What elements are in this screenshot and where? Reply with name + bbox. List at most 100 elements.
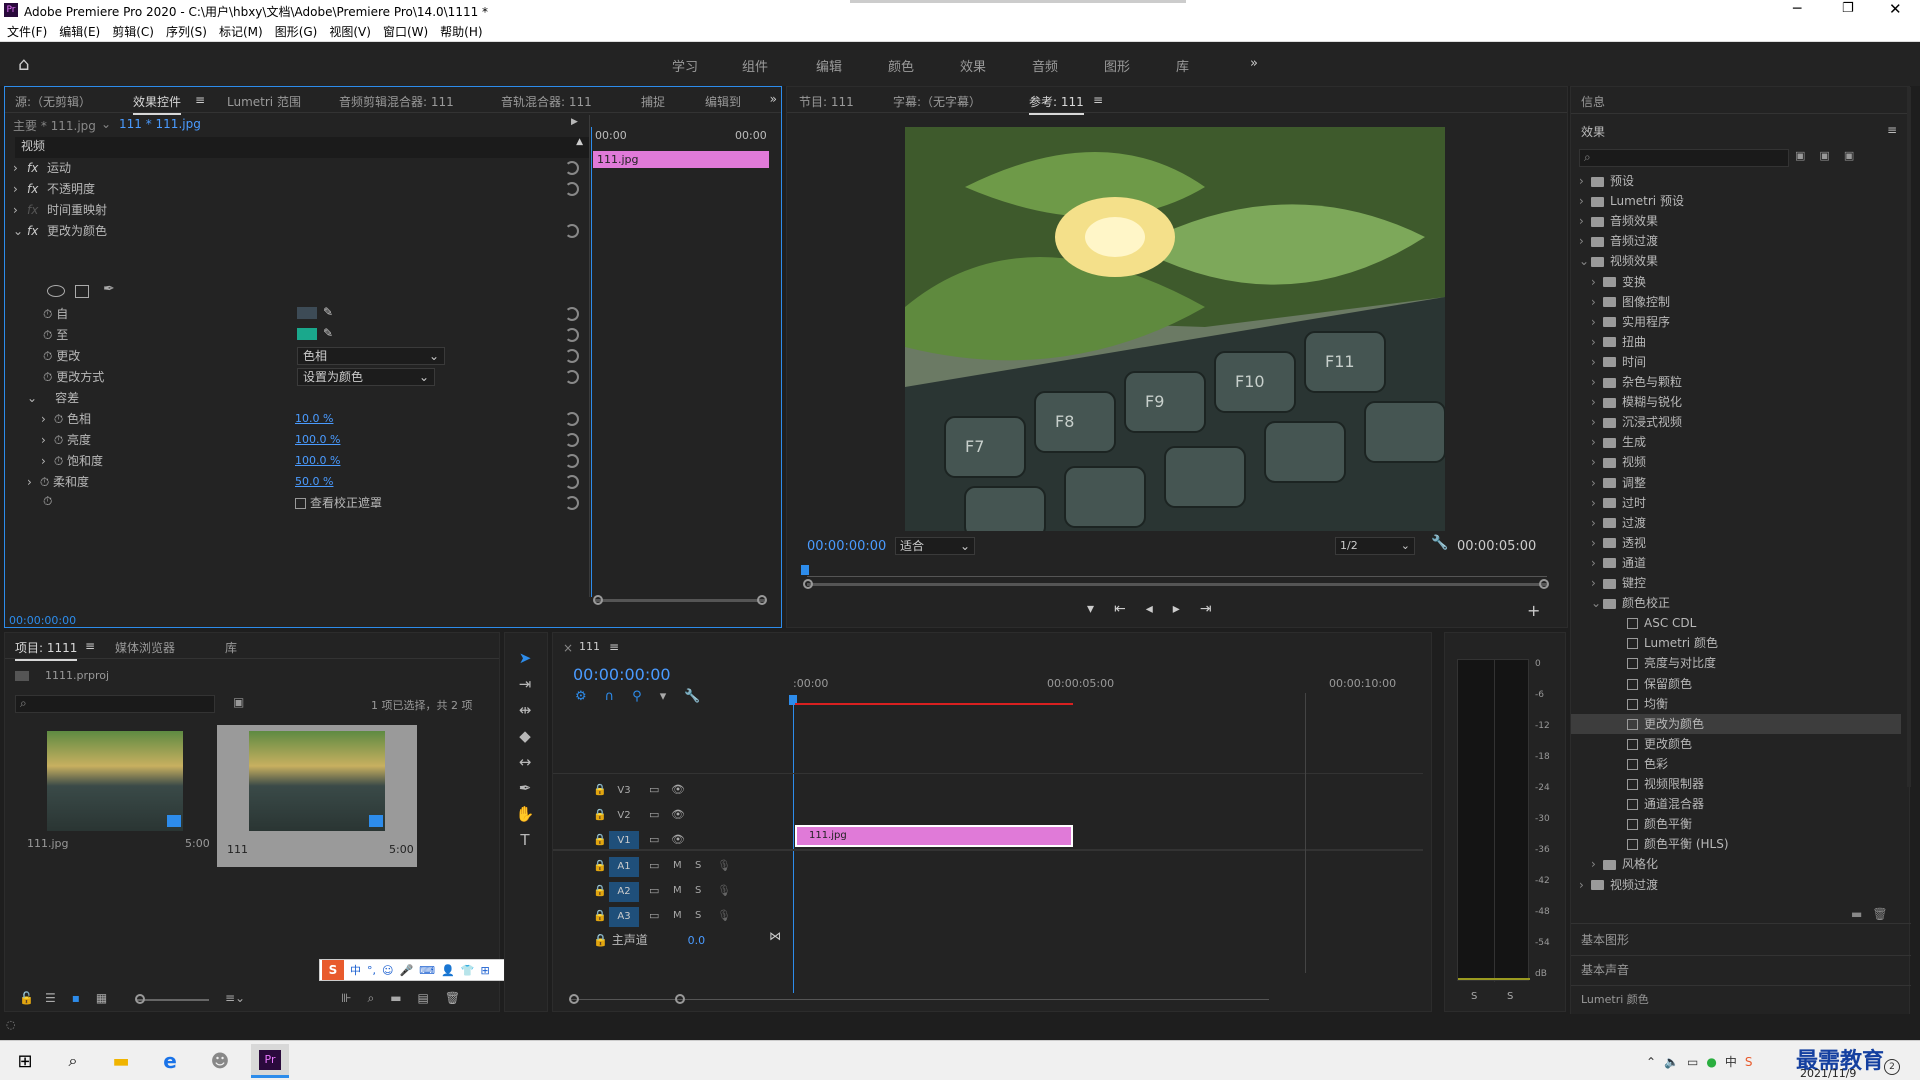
ime-button[interactable]: ⌨ — [419, 964, 435, 977]
track-target[interactable]: V3 — [609, 781, 639, 801]
new-item-icon[interactable]: ▤ — [418, 991, 445, 1005]
reset-icon[interactable] — [565, 496, 579, 510]
ec-zoom-bar[interactable] — [595, 599, 765, 602]
effect-folder[interactable]: › Lumetri 预设 — [1571, 191, 1901, 211]
effects-tab[interactable]: 效果 — [1581, 123, 1605, 140]
chevron-right-icon[interactable]: › — [1591, 312, 1603, 332]
workspace-tab[interactable]: 组件 — [742, 56, 768, 75]
stopwatch-icon[interactable]: ⏱ — [54, 433, 63, 447]
source-tab[interactable]: 音频剪辑混合器: 111 — [339, 93, 454, 110]
ime-button[interactable]: 🎤 — [399, 964, 413, 977]
ime-button[interactable]: 中 — [350, 962, 361, 978]
file-explorer-icon[interactable]: ▬ — [106, 1047, 136, 1075]
chevron-down-icon[interactable]: ⌄ — [27, 391, 37, 405]
chevron-right-icon[interactable]: › — [41, 433, 46, 447]
ime-button[interactable]: °, — [367, 964, 376, 977]
effect-folder[interactable]: › 预设 — [1571, 171, 1901, 191]
effect-row[interactable]: › fx 运动 — [13, 159, 589, 180]
sync-lock-icon[interactable]: ▭ — [649, 833, 659, 846]
hand-tool-icon[interactable]: ✋ — [513, 803, 537, 825]
lumetri-color-tab[interactable]: Lumetri 颜色 — [1581, 991, 1649, 1007]
pen-mask-icon[interactable]: ✒ — [103, 281, 115, 297]
chevron-right-icon[interactable]: › — [13, 203, 27, 217]
marker-icon[interactable]: ▾ — [660, 689, 685, 704]
32bit-filter-icon[interactable]: ▣ — [1819, 149, 1843, 162]
fit-select[interactable]: 适合 ⌄ — [895, 537, 975, 555]
eye-icon[interactable]: 👁 — [671, 808, 685, 821]
menu-item[interactable]: 编辑(E) — [59, 22, 100, 42]
clip-label[interactable]: 111 * 111.jpg — [119, 117, 201, 138]
effect-item[interactable]: 颜色平衡 (HLS) — [1571, 834, 1901, 854]
project-item-selected[interactable]: 111 5:00 — [217, 725, 417, 867]
add-button[interactable]: + — [1527, 601, 1540, 620]
chevron-right-icon[interactable]: › — [1591, 272, 1603, 292]
program-timecode[interactable]: 00:00:00:00 — [807, 539, 886, 554]
network-icon[interactable]: ▭ — [1687, 1055, 1706, 1069]
chevron-down-icon[interactable]: ⌄ — [13, 224, 27, 238]
slip-tool-icon[interactable]: ↔ — [513, 751, 537, 773]
workspace-tab[interactable]: 编辑 — [816, 56, 842, 75]
panel-overflow-icon[interactable]: » — [770, 92, 777, 106]
eye-icon[interactable]: 👁 — [671, 783, 685, 796]
chevron-right-icon[interactable]: › — [1591, 412, 1603, 432]
lock-icon[interactable]: 🔒 — [593, 833, 607, 846]
trash-icon[interactable]: 🗑 — [1872, 907, 1897, 921]
chevron-right-icon[interactable]: › — [1591, 332, 1603, 352]
fx-icon[interactable]: fx — [27, 224, 47, 238]
track-target[interactable]: A2 — [609, 882, 639, 902]
master-clip-label[interactable]: 主要 * 111.jpg — [13, 117, 96, 138]
chevron-right-icon[interactable]: › — [1591, 473, 1603, 493]
lock-icon[interactable]: 🔒 — [593, 884, 607, 897]
chevron-right-icon[interactable]: › — [1579, 191, 1591, 211]
chevron-right-icon[interactable]: › — [1591, 392, 1603, 412]
effect-row[interactable]: › fx 不透明度 — [13, 180, 589, 201]
edge-icon[interactable]: e — [155, 1047, 185, 1075]
windows-start-icon[interactable]: ⊞ — [10, 1047, 40, 1075]
notification-icon[interactable]: 2 — [1884, 1059, 1900, 1075]
stopwatch-icon[interactable]: ⏱ — [43, 494, 52, 508]
effects-search-input[interactable]: ⌕ — [1579, 149, 1789, 167]
razor-tool-icon[interactable]: ◆ — [513, 725, 537, 747]
chevron-right-icon[interactable]: › — [1579, 211, 1591, 231]
source-tab[interactable]: 捕捉 — [641, 93, 665, 110]
scrollbar[interactable] — [1907, 87, 1911, 787]
fx-icon[interactable]: fx — [27, 203, 47, 217]
effect-item[interactable]: 颜色平衡 — [1571, 814, 1901, 834]
effect-folder[interactable]: › 通道 — [1571, 553, 1901, 573]
effect-item[interactable]: 色彩 — [1571, 754, 1901, 774]
zoom-handle[interactable] — [803, 579, 813, 589]
resolution-select[interactable]: 1/2 ⌄ — [1335, 537, 1415, 555]
linked-selection-icon[interactable]: ⚲ — [632, 689, 660, 704]
zoom-handle[interactable] — [757, 595, 767, 605]
view-mask-checkbox[interactable] — [295, 498, 306, 509]
chevron-right-icon[interactable]: › — [1591, 493, 1603, 513]
lock-icon[interactable]: 🔒 — [593, 859, 607, 872]
play-icon[interactable]: ▸ — [1173, 601, 1200, 617]
effect-folder[interactable]: › 模糊与锐化 — [1571, 392, 1901, 412]
hue-value[interactable]: 10.0 % — [295, 412, 333, 433]
source-tab[interactable]: 音轨混合器: 111 — [501, 93, 592, 110]
automate-icon[interactable]: ⊪ — [341, 991, 367, 1005]
chevron-right-icon[interactable]: › — [1591, 533, 1603, 553]
menu-item[interactable]: 帮助(H) — [440, 22, 482, 42]
eyedropper-icon[interactable]: ✎ — [323, 326, 333, 340]
icon-view-icon[interactable]: ▪ — [72, 991, 96, 1005]
menu-item[interactable]: 文件(F) — [7, 22, 47, 42]
timeline-timecode[interactable]: 00:00:00:00 — [573, 665, 671, 684]
project-tab[interactable]: 项目: 1111 — [15, 639, 78, 661]
effect-folder[interactable]: › 时间 — [1571, 352, 1901, 372]
snap-icon[interactable]: ∩ — [605, 689, 633, 704]
solo-button[interactable]: S — [1507, 991, 1513, 1002]
chevron-right-icon[interactable]: › — [41, 412, 46, 426]
basic-graphics-tab[interactable]: 基本图形 — [1581, 931, 1629, 948]
chevron-down-icon[interactable]: ⌄ — [1591, 593, 1603, 613]
timeline-clip[interactable]: 111.jpg — [795, 825, 1073, 847]
project-item[interactable]: 111.jpg 5:00 — [17, 727, 210, 857]
master-end-icon[interactable]: ⋈ — [769, 929, 781, 943]
panel-menu-icon[interactable]: ≡ — [1093, 93, 1103, 107]
chevron-right-icon[interactable]: › — [1591, 513, 1603, 533]
wrench-icon[interactable]: 🔧 — [684, 689, 718, 704]
menu-item[interactable]: 图形(G) — [275, 22, 318, 42]
reset-icon[interactable] — [565, 370, 579, 384]
sogou-tray-icon[interactable]: S — [1745, 1055, 1761, 1069]
